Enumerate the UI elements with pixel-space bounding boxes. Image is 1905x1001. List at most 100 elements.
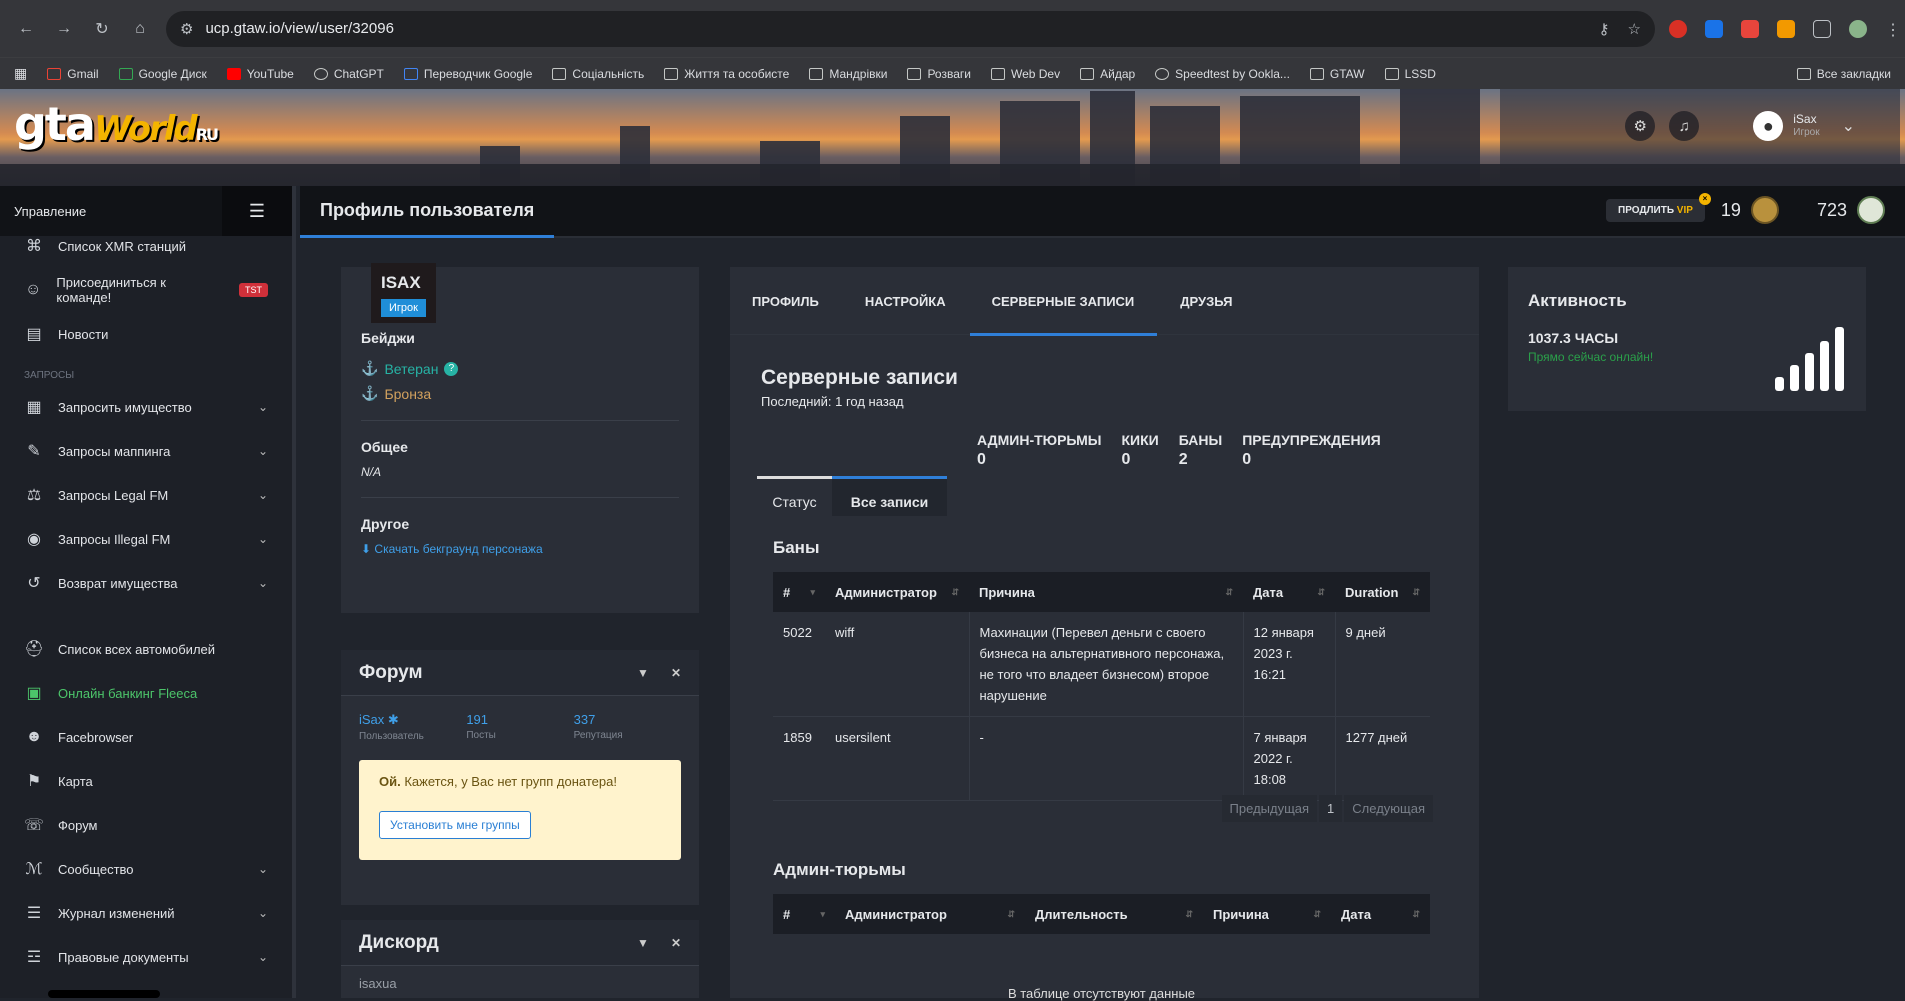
bookmark[interactable]: Gmail [47,67,99,81]
collapse-icon[interactable]: ▼ [637,936,649,950]
records-last: Последний: 1 год назад [761,394,904,409]
sidebar-item-news[interactable]: ▤ Новости [0,312,292,356]
sidebar-item-request-property[interactable]: ▦ Запросить имущество ⌄ [0,385,292,429]
subtab-status[interactable]: Статус [757,476,832,516]
extension-icon[interactable] [1705,19,1723,38]
download-background-link[interactable]: ⬇ Скачать бекграунд персонажа [361,542,679,556]
tab-server-records[interactable]: СЕРВЕРНЫЕ ЗАПИСИ [969,267,1158,336]
user-menu[interactable]: ● iSax Игрок ⌄ [1753,111,1855,141]
tab-friends[interactable]: ДРУЗЬЯ [1180,267,1255,335]
hamburger-icon[interactable]: ☰ [222,186,292,236]
sidebar-item-return-property[interactable]: ↺ Возврат имущества ⌄ [0,561,292,605]
site-info-icon[interactable]: ⚙ [180,20,193,38]
sidebar-item-illegal-fm[interactable]: ◉ Запросы Illegal FM ⌄ [0,517,292,561]
bookmark[interactable]: Google Диск [118,67,207,81]
apps-icon[interactable]: ▦ [14,65,27,82]
menu-icon[interactable]: ⋮ [1885,20,1901,39]
badge-bronze: ⚓ Бронза [361,385,432,402]
sidebar-item-facebrowser[interactable]: ☻ Facebrowser [0,715,292,759]
column-header[interactable]: Администратор ⇵ [825,572,969,612]
subtab-all-records[interactable]: Все записи [832,476,947,516]
header-tools: ⚙ ♫ ● iSax Игрок ⌄ [1625,111,1855,141]
gear-icon[interactable]: ⚙ [1625,111,1656,141]
home-icon[interactable]: ⌂ [128,17,152,41]
scrollbar[interactable] [48,990,160,998]
close-icon[interactable]: ✕ [671,666,681,680]
page-1-button[interactable]: 1 [1319,795,1343,822]
sidebar-item-forum[interactable]: ☏ Форум [0,803,292,847]
chevron-down-icon: ⌄ [257,400,268,414]
star-icon[interactable]: ☆ [1628,20,1641,38]
column-header[interactable]: # ▾ [773,894,835,934]
forum-user[interactable]: iSax ✱ Пользователь [359,712,466,742]
sidebar-item-cars[interactable]: ⛑ Список всех автомобилей [0,627,292,671]
set-groups-button[interactable]: Установить мне группы [379,811,531,839]
page-topbar: Профиль пользователя ПРОДЛИТЬ VIP × 19 72… [300,186,1905,238]
sidebar-item-mapping[interactable]: ✎ Запросы маппинга ⌄ [0,429,292,473]
prev-button[interactable]: Предыдущая [1221,795,1318,822]
extension-icon[interactable] [1741,19,1759,38]
records-card: ПРОФИЛЬ НАСТРОЙКА СЕРВЕРНЫЕ ЗАПИСИ ДРУЗЬ… [730,267,1479,1001]
key-icon[interactable]: ⚷ [1599,20,1610,38]
bookmark-folder[interactable]: Розваги [907,67,971,81]
forward-icon[interactable]: → [52,17,76,41]
bookmark-folder[interactable]: Web Dev [990,67,1060,81]
url-text[interactable]: ucp.gtaw.io/view/user/32096 [205,20,393,37]
tab-settings[interactable]: НАСТРОЙКА [865,267,969,335]
avatar[interactable]: ● [1753,111,1784,141]
bookmark-folder[interactable]: Соціальність [552,67,644,81]
tab-profile[interactable]: ПРОФИЛЬ [752,267,842,335]
sidebar-item-legal-fm[interactable]: ⚖ Запросы Legal FM ⌄ [0,473,292,517]
column-header[interactable]: Причина ⇵ [1203,894,1331,934]
bookmark-folder[interactable]: Мандрівки [809,67,887,81]
close-icon[interactable]: ✕ [671,936,681,950]
sidebar-item-changelog[interactable]: ☰ Журнал изменений ⌄ [0,891,292,935]
sidebar-item-community[interactable]: ℳ Сообщество ⌄ [0,847,292,891]
brush-icon: ✎ [27,443,41,460]
site-logo[interactable]: gtaWorldRU [14,97,219,151]
scales-icon: ⚖ [26,487,42,504]
bookmark-folder[interactable]: Життя та особисте [664,67,789,81]
help-icon[interactable]: ? [444,361,459,376]
badge-veteran: ⚓ Ветеран? [361,360,679,377]
user-info[interactable]: iSax Игрок [1793,113,1819,139]
bookmark-folder[interactable]: GTAW [1309,67,1365,81]
url-bar[interactable]: ⚙ ucp.gtaw.io/view/user/32096 ⚷ ☆ [166,10,1655,47]
profile-name: ISAX Игрок [371,263,436,323]
jail-title: Админ-тюрьмы [773,860,906,879]
close-icon[interactable]: × [1698,192,1711,205]
bookmark[interactable]: Speedtest by Ookla... [1155,67,1290,81]
column-header[interactable]: Duration ⇵ [1335,572,1430,612]
chevron-down-icon[interactable]: ⌄ [1842,116,1855,136]
next-button[interactable]: Следующая [1344,795,1433,822]
sidebar-item-map[interactable]: ⚑ Карта [0,759,292,803]
reload-icon[interactable]: ↻ [90,17,114,41]
extension-icon[interactable] [1669,19,1687,38]
back-icon[interactable]: ← [14,17,38,41]
sort-icon: ⇵ [1317,586,1325,597]
bell-icon[interactable]: ♫ [1669,111,1700,141]
sidebar-item-legal-docs[interactable]: ☲ Правовые документы ⌄ [0,935,292,979]
bookmark[interactable]: Переводчик Google [403,67,532,81]
column-header[interactable]: Дата ⇵ [1243,572,1335,612]
bookmark-folder[interactable]: LSSD [1384,67,1436,81]
header-banner: gtaWorldRU ⚙ ♫ ● iSax Игрок ⌄ [0,89,1905,186]
bookmark-folder[interactable]: Айдар [1080,67,1135,81]
all-bookmarks[interactable]: Все закладки [1796,67,1891,81]
sidebar-item-banking[interactable]: ▣ Онлайн банкинг Fleeca [0,671,292,715]
bookmark[interactable]: YouTube [226,67,294,81]
column-header[interactable]: Причина ⇵ [969,572,1243,612]
profile-icon[interactable] [1849,19,1867,38]
sidebar-item-join-team[interactable]: ☺ Присоединиться к команде! TST [0,268,292,312]
bookmark[interactable]: ChatGPT [313,67,384,81]
extension-icon[interactable] [1777,19,1795,38]
puzzle-icon[interactable] [1813,19,1831,38]
column-header[interactable]: # ▾ [773,572,825,612]
discord-header: Дискорд ▼ ✕ [341,920,699,966]
extend-vip-button[interactable]: ПРОДЛИТЬ VIP × [1606,192,1711,222]
column-header[interactable]: Администратор ⇵ [835,894,1025,934]
count-admin-jail: АДМИН-ТЮРЬМЫ 0 [977,432,1102,468]
collapse-icon[interactable]: ▼ [637,666,649,680]
column-header[interactable]: Длительность ⇵ [1025,894,1203,934]
column-header[interactable]: Дата ⇵ [1331,894,1430,934]
